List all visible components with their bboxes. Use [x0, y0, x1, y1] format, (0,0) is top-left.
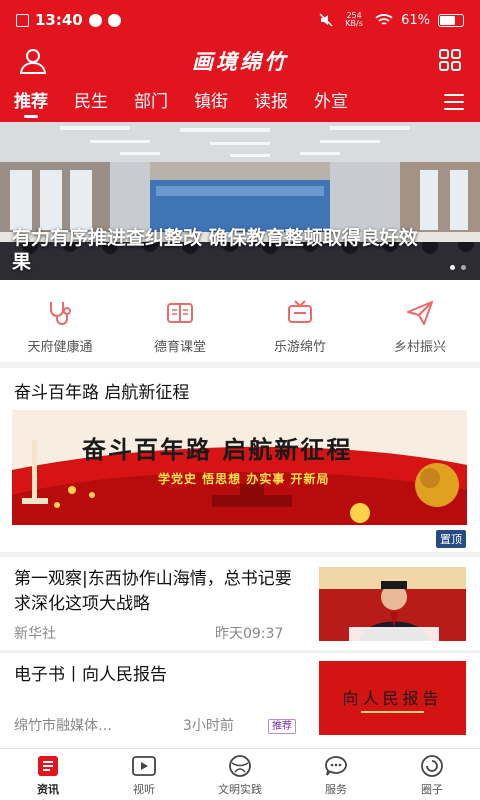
battery-fill	[440, 15, 455, 25]
featured-poster[interactable]: 奋斗百年路 启航新征程 学党史 悟思想 办实事 开新局	[12, 410, 467, 525]
quick-link-label: 天府健康通	[27, 340, 93, 355]
book-icon	[167, 303, 193, 323]
quick-link-health[interactable]: 天府健康通	[0, 280, 120, 362]
speaker-photo	[319, 567, 466, 641]
nav-media[interactable]: 视听	[96, 749, 192, 800]
nav-label: 服务	[325, 783, 347, 796]
net-speed: 254 KB/s	[345, 11, 363, 28]
stethoscope-icon	[50, 302, 71, 325]
featured-section: 奋斗百年路 启航新征程 奋斗百年路 启航新征程 学党史 悟思想 办实事 开新局 …	[0, 368, 480, 552]
news-source: 新华社	[14, 626, 56, 642]
carousel-dot	[450, 265, 455, 270]
chat-icon	[325, 756, 347, 776]
status-bar: 13:40 254 KB/s 61%	[0, 0, 480, 40]
thumbnail-text: 向人民报告	[342, 689, 443, 708]
circle-icon	[421, 755, 443, 777]
recommend-tag: 推荐	[268, 719, 296, 734]
headline-carousel[interactable]: 有力有序推进查纠整改 确保教育整顿取得良好效果	[0, 122, 480, 280]
nav-label: 视听	[133, 783, 155, 796]
news-time: 昨天09:37	[215, 626, 284, 642]
quick-link-label: 乐游绵竹	[273, 340, 326, 355]
user-icon[interactable]	[18, 46, 48, 76]
tab-external[interactable]: 外宣	[314, 82, 348, 122]
news-icon	[38, 756, 58, 776]
news-time: 3小时前	[183, 718, 234, 734]
news-item[interactable]: 第一观察|东西协作山海情，总书记要求深化这项大战略 新华社 昨天09:37	[0, 556, 480, 650]
quick-link-tourism[interactable]: 乐游绵竹	[240, 280, 360, 362]
mute-icon	[319, 13, 333, 27]
poster-title: 奋斗百年路 启航新征程	[82, 435, 353, 464]
nav-services[interactable]: 服务	[288, 749, 384, 800]
tab-livelihood[interactable]: 民生	[74, 82, 108, 122]
sim-icon	[16, 13, 29, 27]
nav-civilization[interactable]: 文明实践	[192, 749, 288, 800]
battery-percent: 61%	[401, 12, 430, 28]
nav-label: 资讯	[37, 783, 59, 796]
menu-icon[interactable]	[444, 94, 464, 110]
battery-icon	[438, 13, 464, 27]
app-header: 画境绵竹	[0, 40, 480, 82]
wifi-icon	[375, 14, 393, 25]
quick-link-label: 德育课堂	[153, 340, 206, 355]
apps-grid-icon[interactable]	[438, 48, 462, 72]
globe-icon	[229, 755, 251, 777]
bottom-nav: 资讯 视听 文明实践 服务 圈子	[0, 748, 480, 800]
news-title: 电子书丨向人民报告	[14, 665, 167, 685]
tv-icon	[288, 300, 312, 323]
notification-icon	[88, 13, 102, 27]
quick-link-moral-class[interactable]: 德育课堂	[120, 280, 240, 362]
nav-circle[interactable]: 圈子	[384, 749, 480, 800]
headline-caption: 有力有序推进查纠整改 确保教育整顿取得良好效果	[12, 227, 418, 273]
channel-tabs: 推荐 民生 部门 镇街 读报 外宣	[0, 82, 480, 122]
carousel-dot	[461, 265, 466, 270]
news-item[interactable]: 电子书丨向人民报告 绵竹市融媒体… 3小时前 推荐 向人民报告	[0, 652, 480, 748]
pinned-badge-label: 置顶	[440, 533, 462, 546]
news-thumbnail: 向人民报告	[319, 661, 466, 735]
play-icon	[132, 756, 156, 776]
quick-link-label: 乡村振兴	[393, 340, 446, 355]
clock: 13:40	[35, 11, 83, 29]
poster-subtitle: 学党史 悟思想 办实事 开新局	[158, 472, 330, 486]
tab-towns[interactable]: 镇街	[194, 82, 228, 122]
app-logo: 画境绵竹	[192, 49, 288, 74]
notification-icon	[107, 13, 121, 27]
nav-label: 文明实践	[218, 783, 262, 796]
news-title: 第一观察|东西协作山海情，总书记要求深化这项大战略	[14, 569, 292, 614]
poster-background	[12, 410, 467, 525]
quick-link-rural[interactable]: 乡村振兴	[360, 280, 480, 362]
pinned-badge: 置顶	[436, 530, 466, 548]
nav-news[interactable]: 资讯	[0, 749, 96, 800]
tab-newspaper[interactable]: 读报	[254, 82, 288, 122]
paper-plane-icon	[407, 301, 433, 325]
tab-departments[interactable]: 部门	[134, 82, 168, 122]
news-source: 绵竹市融媒体…	[14, 718, 112, 734]
carousel-dots	[450, 265, 466, 270]
section-title: 奋斗百年路 启航新征程	[14, 383, 190, 403]
tab-recommend[interactable]: 推荐	[14, 82, 48, 122]
nav-label: 圈子	[421, 783, 443, 796]
quick-links: 天府健康通 德育课堂 乐游绵竹 乡村振兴	[0, 280, 480, 362]
news-thumbnail	[319, 567, 466, 641]
